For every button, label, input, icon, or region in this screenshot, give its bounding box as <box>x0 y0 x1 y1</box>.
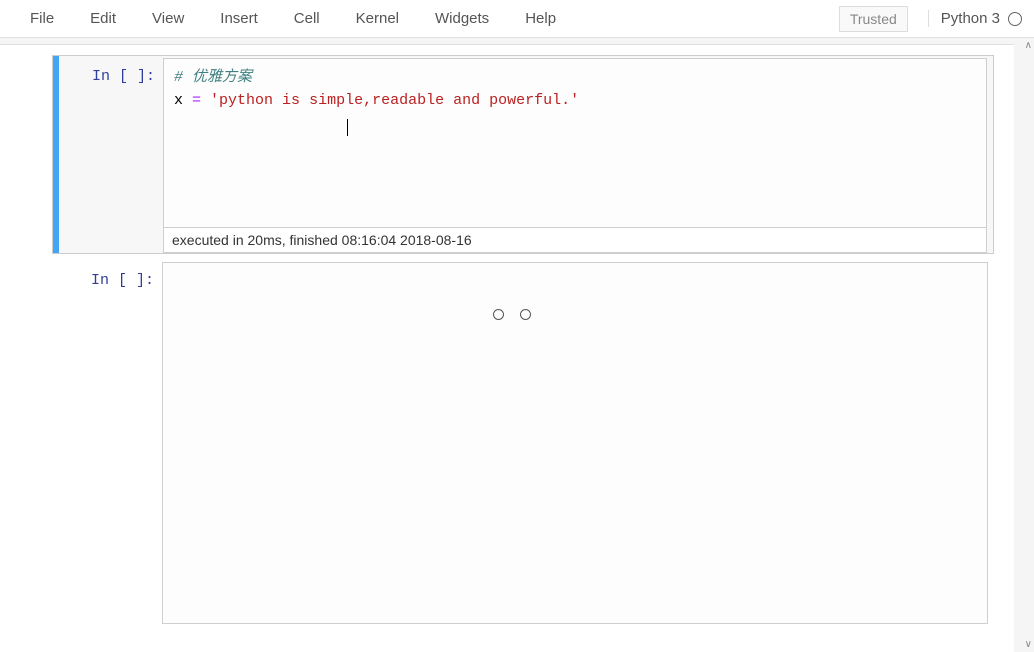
menu-left: File Edit View Insert Cell Kernel Widget… <box>12 2 574 35</box>
code-cell-1[interactable]: In [ ]: # 优雅方案 x = 'python is simple,rea… <box>52 55 994 254</box>
input-area <box>162 262 988 624</box>
decorative-dots <box>493 309 531 320</box>
menu-insert[interactable]: Insert <box>202 2 276 35</box>
circle-icon <box>520 309 531 320</box>
kernel-status-icon <box>1008 12 1022 26</box>
circle-icon <box>493 309 504 320</box>
menu-help[interactable]: Help <box>507 2 574 35</box>
code-operator: = <box>192 92 201 109</box>
menu-kernel[interactable]: Kernel <box>338 2 417 35</box>
code-comment: # 优雅方案 <box>174 69 252 86</box>
notebook-container[interactable]: In [ ]: # 优雅方案 x = 'python is simple,rea… <box>0 38 1034 652</box>
scroll-down-icon[interactable]: ∨ <box>1025 639 1032 650</box>
input-area: # 优雅方案 x = 'python is simple,readable an… <box>163 58 987 253</box>
trusted-badge[interactable]: Trusted <box>839 6 908 32</box>
code-cell-2[interactable]: In [ ]: <box>52 262 994 624</box>
code-editor[interactable] <box>163 263 987 623</box>
prompt-in: In [ ]: <box>52 262 162 624</box>
execution-status: executed in 20ms, finished 08:16:04 2018… <box>164 227 986 252</box>
code-string: 'python is simple,readable and powerful.… <box>210 92 579 109</box>
kernel-name: Python 3 <box>941 10 1000 27</box>
scroll-up-icon[interactable]: ∧ <box>1025 40 1032 51</box>
prompt-in: In [ ]: <box>53 58 163 253</box>
menu-file[interactable]: File <box>12 2 72 35</box>
menu-bar: File Edit View Insert Cell Kernel Widget… <box>0 0 1034 38</box>
menu-widgets[interactable]: Widgets <box>417 2 507 35</box>
menu-view[interactable]: View <box>134 2 202 35</box>
kernel-indicator[interactable]: Python 3 <box>928 10 1022 27</box>
code-editor[interactable]: # 优雅方案 x = 'python is simple,readable an… <box>164 59 986 227</box>
code-var: x <box>174 92 192 109</box>
menu-cell[interactable]: Cell <box>276 2 338 35</box>
text-cursor-icon <box>347 119 348 136</box>
menu-edit[interactable]: Edit <box>72 2 134 35</box>
